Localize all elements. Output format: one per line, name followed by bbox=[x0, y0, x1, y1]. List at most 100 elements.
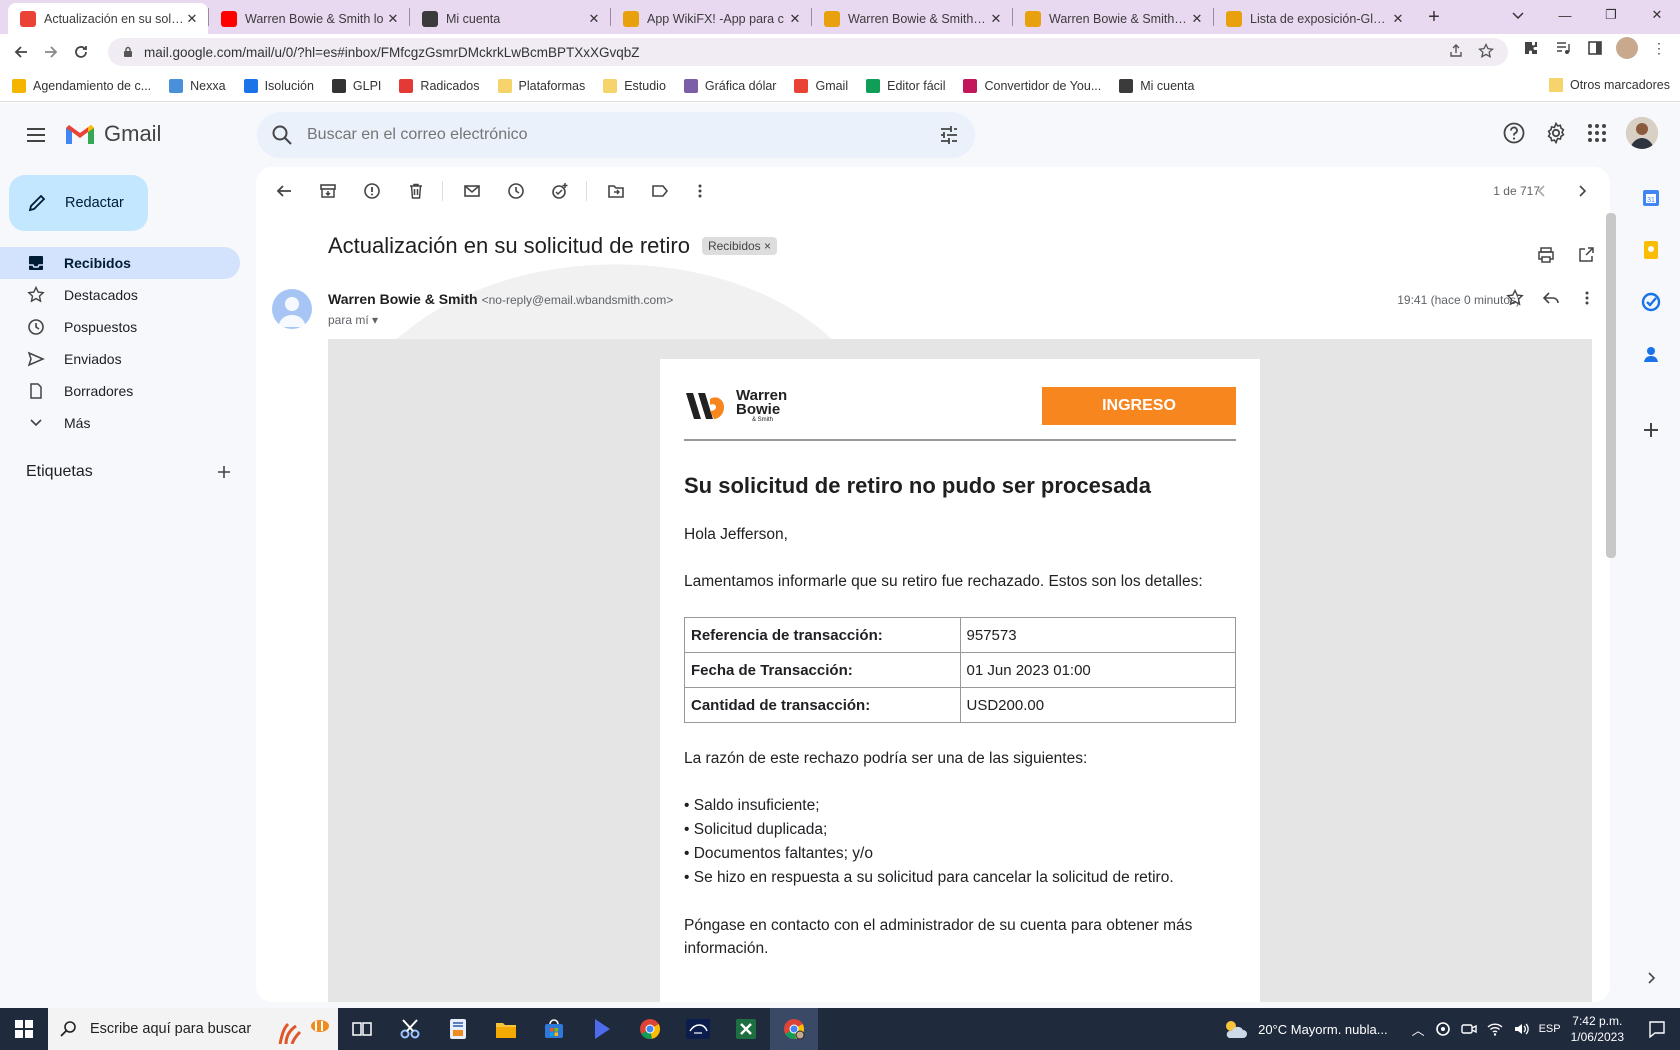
reload-icon[interactable] bbox=[66, 37, 96, 67]
search-icon[interactable] bbox=[271, 124, 293, 146]
search-bar[interactable] bbox=[257, 112, 975, 158]
newer-icon[interactable] bbox=[1530, 179, 1554, 203]
sidebar-item-pospuestos[interactable]: Pospuestos bbox=[0, 311, 240, 343]
tasks-icon[interactable] bbox=[1640, 291, 1662, 313]
sidebar-item-borradores[interactable]: Borradores bbox=[0, 375, 240, 407]
sender-avatar[interactable] bbox=[272, 289, 312, 329]
chrome-profile-icon[interactable] bbox=[770, 1008, 818, 1050]
chrome-menu-icon[interactable]: ⋮ bbox=[1648, 37, 1670, 59]
search-options-icon[interactable] bbox=[939, 125, 959, 145]
browser-tab[interactable]: Lista de exposición-Globa ✕ bbox=[1214, 3, 1414, 34]
task-view-icon[interactable] bbox=[338, 1008, 386, 1050]
delete-icon[interactable] bbox=[404, 179, 428, 203]
help-icon[interactable] bbox=[1502, 121, 1526, 145]
snooze-icon[interactable] bbox=[504, 179, 528, 203]
sidebar-item-destacados[interactable]: Destacados bbox=[0, 279, 240, 311]
tab-close-icon[interactable]: ✕ bbox=[586, 11, 602, 27]
tab-close-icon[interactable]: ✕ bbox=[787, 11, 803, 27]
profile-avatar[interactable] bbox=[1616, 37, 1638, 59]
main-menu-icon[interactable] bbox=[24, 123, 48, 147]
tray-overflow-icon[interactable]: ︿ bbox=[1412, 1020, 1425, 1039]
volume-icon[interactable] bbox=[1513, 1021, 1529, 1037]
extensions-icon[interactable] bbox=[1520, 37, 1542, 59]
bookmark-item[interactable]: Mi cuenta bbox=[1119, 78, 1194, 93]
inbox-label-chip[interactable]: Recibidos × bbox=[701, 237, 778, 255]
report-spam-icon[interactable] bbox=[360, 179, 384, 203]
back-icon[interactable] bbox=[6, 37, 36, 67]
browser-tab[interactable]: Mi cuenta ✕ bbox=[410, 3, 610, 34]
language-indicator[interactable]: ESP bbox=[1539, 1023, 1561, 1035]
tab-close-icon[interactable]: ✕ bbox=[385, 11, 401, 27]
meet-icon[interactable] bbox=[1460, 1021, 1477, 1037]
bookmark-item[interactable]: Gmail bbox=[794, 78, 848, 93]
bookmark-item[interactable]: Agendamiento de c... bbox=[12, 78, 151, 93]
browser-tab[interactable]: Warren Bowie & Smith lo ✕ bbox=[209, 3, 409, 34]
weather-icon[interactable] bbox=[1222, 1018, 1248, 1040]
gmail-logo[interactable]: Gmail bbox=[64, 121, 161, 147]
snipping-tool-icon[interactable] bbox=[386, 1008, 434, 1050]
archive-icon[interactable] bbox=[316, 179, 340, 203]
browser-tab[interactable]: Warren Bowie & Smith - E ✕ bbox=[812, 3, 1012, 34]
reply-icon[interactable] bbox=[1542, 289, 1560, 307]
sender-name[interactable]: Warren Bowie & Smith bbox=[328, 291, 478, 307]
bookmark-item[interactable]: Estudio bbox=[603, 78, 666, 93]
tab-close-icon[interactable]: ✕ bbox=[1390, 11, 1406, 27]
more-actions-icon[interactable] bbox=[688, 179, 712, 203]
bookmark-item[interactable]: Plataformas bbox=[497, 78, 585, 93]
browser-tab[interactable]: App WikiFX! -App para c ✕ bbox=[611, 3, 811, 34]
open-new-window-icon[interactable] bbox=[1574, 243, 1598, 267]
taskbar-search[interactable]: Escribe aquí para buscar bbox=[48, 1008, 338, 1050]
sidebar-item-más[interactable]: Más bbox=[0, 407, 240, 439]
store-icon[interactable] bbox=[530, 1008, 578, 1050]
print-icon[interactable] bbox=[1534, 243, 1558, 267]
bookmark-item[interactable]: Editor fácil bbox=[866, 78, 945, 93]
wifi-icon[interactable] bbox=[1487, 1021, 1503, 1037]
bookmark-item[interactable]: GLPI bbox=[331, 78, 381, 93]
share-icon[interactable] bbox=[1448, 43, 1464, 59]
bookmark-item[interactable]: Isolución bbox=[243, 78, 314, 93]
address-bar[interactable]: mail.google.com/mail/u/0/?hl=es#inbox/FM… bbox=[108, 38, 1508, 66]
add-label-icon[interactable] bbox=[216, 464, 232, 480]
weather-text[interactable]: 20°C Mayorm. nubla... bbox=[1258, 1022, 1387, 1037]
notifications-icon[interactable] bbox=[1648, 1020, 1666, 1038]
scrollbar[interactable] bbox=[1606, 213, 1616, 558]
browser-tab[interactable]: Actualización en su solicitud✕ bbox=[8, 3, 208, 34]
star-message-icon[interactable] bbox=[1506, 289, 1524, 307]
hide-panel-icon[interactable] bbox=[1640, 967, 1662, 989]
label-icon[interactable] bbox=[648, 179, 672, 203]
mark-unread-icon[interactable] bbox=[460, 179, 484, 203]
media-player-icon[interactable] bbox=[578, 1008, 626, 1050]
tab-search-icon[interactable] bbox=[1506, 4, 1530, 28]
calendar-icon[interactable]: 31 bbox=[1640, 187, 1662, 209]
settings-gear-icon[interactable] bbox=[1544, 121, 1568, 145]
side-panel-icon[interactable] bbox=[1584, 37, 1606, 59]
media-icon[interactable] bbox=[1552, 37, 1574, 59]
tab-close-icon[interactable]: ✕ bbox=[1189, 11, 1205, 27]
bookmark-item[interactable]: Radicados bbox=[399, 78, 480, 93]
bookmark-item[interactable]: Gráfica dólar bbox=[683, 78, 776, 93]
move-to-icon[interactable] bbox=[604, 179, 628, 203]
keep-icon[interactable] bbox=[1640, 239, 1662, 261]
close-window-icon[interactable]: ✕ bbox=[1634, 0, 1680, 30]
recipient-dropdown[interactable]: para mí ▾ bbox=[328, 313, 378, 327]
add-task-icon[interactable] bbox=[548, 179, 572, 203]
contacts-icon[interactable] bbox=[1640, 343, 1662, 365]
ingreso-button[interactable]: INGRESO bbox=[1042, 387, 1236, 425]
forward-icon[interactable] bbox=[36, 37, 66, 67]
bookmark-item[interactable]: Nexxa bbox=[169, 78, 226, 93]
add-addon-icon[interactable] bbox=[1640, 419, 1662, 441]
compose-button[interactable]: Redactar bbox=[9, 175, 148, 231]
file-explorer-icon[interactable] bbox=[482, 1008, 530, 1050]
tab-close-icon[interactable]: ✕ bbox=[988, 11, 1004, 27]
restore-icon[interactable]: ❐ bbox=[1588, 0, 1634, 30]
message-more-icon[interactable] bbox=[1578, 289, 1596, 307]
tab-close-icon[interactable]: ✕ bbox=[184, 11, 200, 27]
browser-tab[interactable]: Warren Bowie & Smith Op ✕ bbox=[1013, 3, 1213, 34]
network-cam-icon[interactable] bbox=[1435, 1021, 1451, 1037]
sidebar-item-recibidos[interactable]: Recibidos bbox=[0, 247, 240, 279]
account-avatar[interactable] bbox=[1626, 117, 1658, 149]
other-bookmarks[interactable]: Otros marcadores bbox=[1548, 78, 1670, 92]
older-icon[interactable] bbox=[1570, 179, 1594, 203]
excel-icon[interactable] bbox=[722, 1008, 770, 1050]
minimize-icon[interactable]: — bbox=[1542, 0, 1588, 30]
